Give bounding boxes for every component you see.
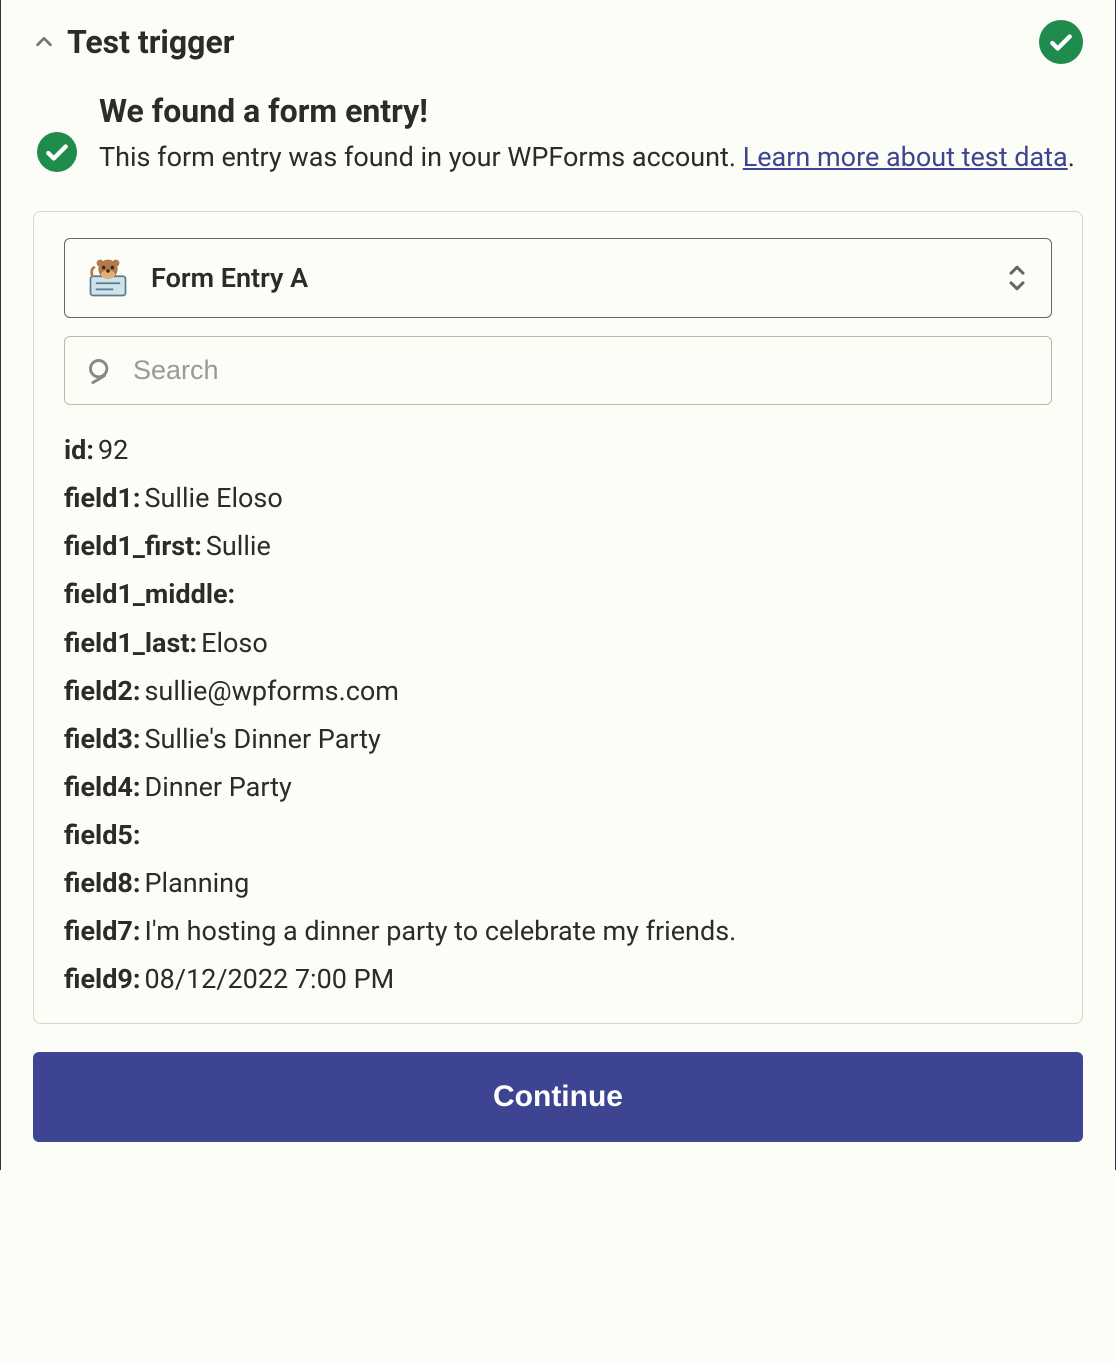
field-key: field1_first: [64, 530, 202, 562]
search-icon [87, 357, 115, 385]
field-value: sullie@wpforms.com [145, 675, 399, 707]
panel-header-left[interactable]: Test trigger [33, 23, 234, 61]
panel-title: Test trigger [67, 23, 234, 61]
search-input[interactable] [133, 355, 1029, 386]
field-value: I'm hosting a dinner party to celebrate … [145, 915, 737, 947]
entry-card: Form Entry A id:92 field1:Sullie Eloso f… [33, 211, 1083, 1024]
field-row: field3:Sullie's Dinner Party [64, 722, 1052, 757]
field-key: field9: [64, 963, 141, 995]
found-desc-prefix: This form entry was found in your WPForm… [99, 141, 743, 173]
field-row: field9:08/12/2022 7:00 PM [64, 962, 1052, 997]
panel-header: Test trigger [33, 20, 1083, 64]
field-value: Sullie [206, 530, 271, 562]
chevron-up-icon [33, 31, 55, 53]
field-value: 92 [98, 434, 128, 466]
field-row: field1_first:Sullie [64, 529, 1052, 564]
field-row: field4:Dinner Party [64, 770, 1052, 805]
field-key: field7: [64, 915, 141, 947]
field-key: id: [64, 434, 94, 466]
field-key: field4: [64, 771, 141, 803]
field-key: field1: [64, 482, 141, 514]
found-title: We found a form entry! [99, 92, 1083, 130]
field-row: field1:Sullie Eloso [64, 481, 1052, 516]
field-value: Sullie's Dinner Party [145, 723, 381, 755]
field-row: field8:Planning [64, 866, 1052, 901]
field-key: field1_middle: [64, 578, 235, 610]
field-key: field3: [64, 723, 141, 755]
entry-select-label: Form Entry A [151, 262, 983, 294]
field-row: field5: [64, 818, 1052, 853]
learn-more-link[interactable]: Learn more about test data [743, 141, 1068, 173]
field-value: 08/12/2022 7:00 PM [145, 963, 395, 995]
status-success-icon [1039, 20, 1083, 64]
test-trigger-panel: Test trigger We found a form entry! This… [0, 0, 1116, 1170]
field-value: Planning [145, 867, 250, 899]
field-row: id:92 [64, 433, 1052, 468]
field-key: field1_last: [64, 627, 197, 659]
field-row: field2:sullie@wpforms.com [64, 674, 1052, 709]
wpforms-icon [87, 257, 129, 299]
field-row: field1_last:Eloso [64, 626, 1052, 661]
field-key: field8: [64, 867, 141, 899]
search-box[interactable] [64, 336, 1052, 405]
check-icon [37, 132, 77, 172]
field-row: field7:I'm hosting a dinner party to cel… [64, 914, 1052, 949]
field-key: field2: [64, 675, 141, 707]
found-description: This form entry was found in your WPForm… [99, 138, 1083, 177]
field-value: Sullie Eloso [145, 482, 283, 514]
field-value: Dinner Party [145, 771, 292, 803]
field-row: field1_middle: [64, 577, 1052, 612]
field-value: Eloso [201, 627, 268, 659]
found-message: We found a form entry! This form entry w… [37, 92, 1083, 177]
select-chevrons-icon [1005, 263, 1029, 293]
field-key: field5: [64, 819, 141, 851]
found-desc-suffix: . [1068, 141, 1075, 173]
continue-button[interactable]: Continue [33, 1052, 1083, 1142]
field-list: id:92 field1:Sullie Eloso field1_first:S… [64, 433, 1052, 997]
entry-select[interactable]: Form Entry A [64, 238, 1052, 318]
